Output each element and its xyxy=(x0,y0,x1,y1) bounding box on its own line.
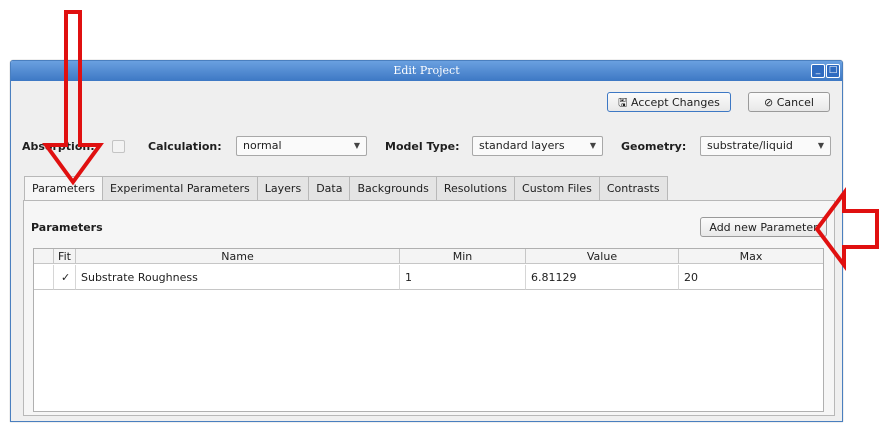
annotation-overlay xyxy=(42,10,879,271)
down-arrow-annotation xyxy=(42,10,104,186)
left-arrow-annotation xyxy=(814,187,879,271)
